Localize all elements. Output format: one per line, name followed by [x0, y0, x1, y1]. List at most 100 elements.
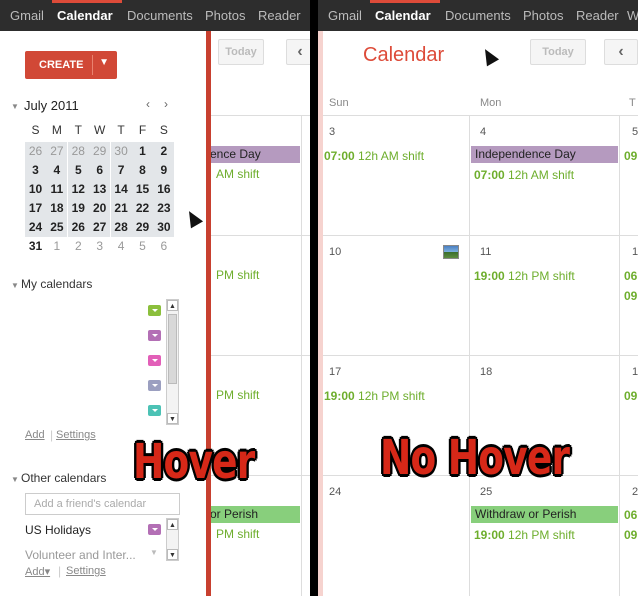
date-17[interactable]: 17: [329, 366, 341, 378]
mini-calendar-day[interactable]: 3: [89, 237, 110, 256]
event-edge-time[interactable]: 06: [624, 508, 637, 522]
nav-reader[interactable]: Reader: [576, 8, 619, 23]
date-5[interactable]: 5: [632, 126, 638, 138]
add-other-calendar-link[interactable]: Add▾: [25, 565, 50, 578]
collapse-mini-calendar-icon[interactable]: ▼: [11, 102, 19, 111]
mini-calendar-day[interactable]: 18: [46, 199, 68, 218]
date-12[interactable]: 1: [632, 246, 638, 258]
mini-calendar-day[interactable]: 31: [25, 237, 46, 256]
collapse-my-calendars-icon[interactable]: ▼: [11, 281, 19, 290]
today-button[interactable]: Today: [218, 39, 264, 65]
date-18[interactable]: 18: [480, 366, 492, 378]
calendar-color-dropdown-icon[interactable]: [148, 355, 161, 366]
nav-documents[interactable]: Documents: [445, 8, 511, 23]
scroll-up-icon[interactable]: ▲: [167, 519, 178, 530]
mini-calendar-day[interactable]: 27: [89, 218, 111, 237]
mini-calendar-prev-icon[interactable]: ‹: [146, 97, 150, 111]
date-24[interactable]: 24: [329, 486, 341, 498]
mini-calendar-day[interactable]: 30: [110, 142, 132, 161]
mini-calendar-day[interactable]: 4: [111, 237, 132, 256]
add-friend-calendar-input[interactable]: Add a friend's calendar: [25, 493, 180, 515]
weather-photo-icon[interactable]: [443, 245, 459, 259]
mini-calendar-day[interactable]: 26: [67, 218, 89, 237]
mini-calendar-next-icon[interactable]: ›: [164, 97, 168, 111]
scroll-up-icon[interactable]: ▲: [167, 300, 178, 311]
mini-calendar-day[interactable]: 25: [46, 218, 68, 237]
mini-calendar-day[interactable]: 16: [153, 180, 175, 199]
date-26[interactable]: 2: [632, 486, 638, 498]
calendar-color-dropdown-icon[interactable]: [148, 405, 161, 416]
mini-calendar-day[interactable]: 21: [110, 199, 132, 218]
mini-calendar-day[interactable]: 22: [132, 199, 153, 218]
mini-calendar-day[interactable]: 29: [132, 218, 153, 237]
mini-calendar-day[interactable]: 1: [132, 142, 153, 161]
prev-period-button[interactable]: ‹: [286, 39, 310, 65]
other-calendar-us-holidays[interactable]: US Holidays: [25, 523, 91, 537]
scroll-down-icon[interactable]: ▼: [167, 549, 178, 560]
mini-calendar-day[interactable]: 28: [110, 218, 132, 237]
calendar-color-dropdown-icon[interactable]: [148, 380, 161, 391]
event-am-shift[interactable]: AM shift: [216, 167, 259, 181]
mini-calendar-day[interactable]: 27: [46, 142, 68, 161]
nav-reader[interactable]: Reader: [258, 8, 301, 23]
event-edge-time[interactable]: 06: [624, 269, 637, 283]
event-edge-time[interactable]: 09: [624, 289, 637, 303]
calendar-color-dropdown-icon[interactable]: [148, 330, 161, 341]
date-19[interactable]: 1: [632, 366, 638, 378]
other-calendars-settings-link[interactable]: Settings: [66, 565, 106, 577]
mini-calendar-day[interactable]: 9: [153, 161, 175, 180]
my-calendars-title[interactable]: My calendars: [21, 277, 92, 291]
mini-calendar-day[interactable]: 3: [25, 161, 46, 180]
prev-period-button[interactable]: ‹: [604, 39, 638, 65]
mini-calendar-day[interactable]: 2: [153, 142, 175, 161]
mini-calendar-day[interactable]: 30: [153, 218, 175, 237]
event-pm-shift[interactable]: 19:00 12h PM shift: [324, 389, 425, 403]
event-pm-shift[interactable]: PM shift: [216, 268, 259, 282]
mini-calendar-day[interactable]: 20: [89, 199, 111, 218]
event-pm-shift[interactable]: 19:00 12h PM shift: [474, 528, 575, 542]
event-pm-shift[interactable]: PM shift: [216, 527, 259, 541]
mini-calendar-day[interactable]: 12: [67, 180, 89, 199]
mini-calendar-day[interactable]: 19: [67, 199, 89, 218]
event-withdraw-or-perish[interactable]: or Perish: [206, 506, 300, 523]
mini-calendar-day[interactable]: 13: [89, 180, 111, 199]
mini-calendar-day[interactable]: 7: [110, 161, 132, 180]
mini-calendar-day[interactable]: 11: [46, 180, 68, 199]
other-calendars-title[interactable]: Other calendars: [21, 471, 106, 485]
date-3[interactable]: 3: [329, 126, 335, 138]
calendar-menu-arrow-icon[interactable]: ▼: [150, 548, 158, 557]
mini-calendar-day[interactable]: 15: [132, 180, 153, 199]
date-11[interactable]: 11: [480, 246, 491, 258]
date-10[interactable]: 10: [329, 246, 341, 258]
nav-gmail[interactable]: Gmail: [10, 8, 44, 23]
nav-more[interactable]: W: [627, 8, 638, 23]
create-dropdown-arrow-icon[interactable]: ▼: [99, 57, 109, 68]
event-independence-day[interactable]: ence Day: [206, 146, 300, 163]
calendar-color-dropdown-icon[interactable]: [148, 524, 161, 535]
mini-calendar-day[interactable]: 10: [25, 180, 46, 199]
mini-calendar-day[interactable]: 26: [25, 142, 46, 161]
event-independence-day[interactable]: Independence Day: [471, 146, 618, 163]
mini-calendar-day[interactable]: 28: [67, 142, 89, 161]
scroll-thumb[interactable]: [168, 314, 177, 384]
mini-calendar-day[interactable]: 5: [67, 161, 89, 180]
other-calendar-volunteer[interactable]: Volunteer and Inter...: [25, 548, 136, 562]
nav-calendar[interactable]: Calendar: [57, 8, 113, 23]
scroll-down-icon[interactable]: ▼: [167, 413, 178, 424]
mini-calendar-day[interactable]: 4: [46, 161, 68, 180]
mini-calendar-day[interactable]: 14: [110, 180, 132, 199]
event-pm-shift[interactable]: 19:00 12h PM shift: [474, 269, 575, 283]
mini-calendar-day[interactable]: 17: [25, 199, 46, 218]
today-button[interactable]: Today: [530, 39, 586, 65]
mini-calendar-day[interactable]: 5: [132, 237, 153, 256]
mini-calendar-day[interactable]: 1: [46, 237, 67, 256]
event-edge-time[interactable]: 09: [624, 389, 637, 403]
mini-calendar-day[interactable]: 24: [25, 218, 46, 237]
calendar-color-dropdown-icon[interactable]: [148, 305, 161, 316]
event-edge-time[interactable]: 09: [624, 528, 637, 542]
event-withdraw-or-perish[interactable]: Withdraw or Perish: [471, 506, 618, 523]
nav-photos[interactable]: Photos: [523, 8, 563, 23]
mini-calendar-day[interactable]: 6: [89, 161, 111, 180]
event-pm-shift[interactable]: PM shift: [216, 388, 259, 402]
mini-calendar-day[interactable]: 2: [68, 237, 89, 256]
